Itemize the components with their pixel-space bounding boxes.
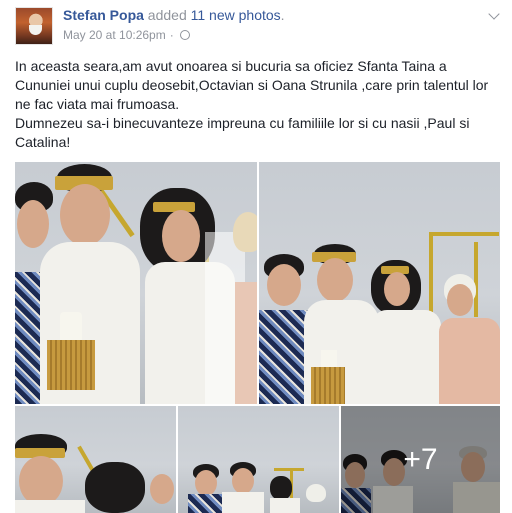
photo-count-link[interactable]: 11 new photos xyxy=(191,7,281,23)
wheat-bouquet xyxy=(47,340,95,390)
post-message: In aceasta seara,am avut onoarea si bucu… xyxy=(15,57,503,152)
post-meta: May 20 at 10:26pm · xyxy=(63,28,190,42)
person-suit xyxy=(259,310,309,404)
feed-post: Stefan Popa added 11 new photos. May 20 … xyxy=(0,0,512,513)
avatar-beard-detail xyxy=(29,25,42,35)
person-head xyxy=(447,284,473,316)
crane-shape xyxy=(274,468,304,471)
chevron-down-icon[interactable] xyxy=(488,8,500,20)
timestamp-link[interactable]: May 20 at 10:26pm xyxy=(63,28,166,42)
crane-shape xyxy=(474,242,478,317)
action-text: added xyxy=(147,7,187,23)
crane-shape xyxy=(429,232,433,312)
post-header: Stefan Popa added 11 new photos. xyxy=(63,7,285,23)
person-head xyxy=(17,200,49,248)
person-dress xyxy=(235,282,257,404)
wheat-bouquet xyxy=(311,367,345,404)
author-avatar[interactable] xyxy=(15,7,53,45)
message-paragraph-1: In aceasta seara,am avut onoarea si bucu… xyxy=(15,58,489,112)
gallery-photo-2[interactable] xyxy=(259,162,500,404)
groom-head xyxy=(232,468,254,494)
groom-head xyxy=(60,184,110,246)
more-photos-overlay[interactable]: +7 xyxy=(341,406,500,513)
gallery-photo-5[interactable]: +7 xyxy=(341,406,500,513)
public-globe-icon[interactable] xyxy=(179,30,190,40)
bride-hair xyxy=(85,462,145,513)
gallery-photo-1[interactable] xyxy=(15,162,257,404)
person-hair xyxy=(233,212,257,252)
bride-dress xyxy=(270,498,300,513)
more-photos-count: +7 xyxy=(403,442,438,476)
bride-head xyxy=(384,272,410,306)
author-name-link[interactable]: Stefan Popa xyxy=(63,7,144,23)
groom-shirt xyxy=(222,492,264,513)
groom-head xyxy=(19,456,63,506)
groom-head xyxy=(317,258,353,302)
photo-gallery: +7 xyxy=(15,162,500,513)
meta-separator: · xyxy=(169,28,174,42)
bride-hair xyxy=(270,476,292,500)
bride-dress xyxy=(371,310,441,404)
message-paragraph-2: Dumnezeu sa-i binecuvanteze impreuna cu … xyxy=(15,115,470,150)
person-head xyxy=(267,264,301,306)
person-head xyxy=(150,474,174,504)
bride-head xyxy=(162,210,200,262)
crane-shape xyxy=(429,232,499,236)
person-head xyxy=(195,470,217,496)
person-hair xyxy=(306,484,326,502)
groom-shirt xyxy=(15,500,85,513)
person-suit xyxy=(188,494,224,513)
gallery-photo-4[interactable] xyxy=(178,406,339,513)
gallery-photo-3[interactable] xyxy=(15,406,176,513)
person-dress xyxy=(439,318,500,404)
action-suffix: . xyxy=(280,7,285,23)
